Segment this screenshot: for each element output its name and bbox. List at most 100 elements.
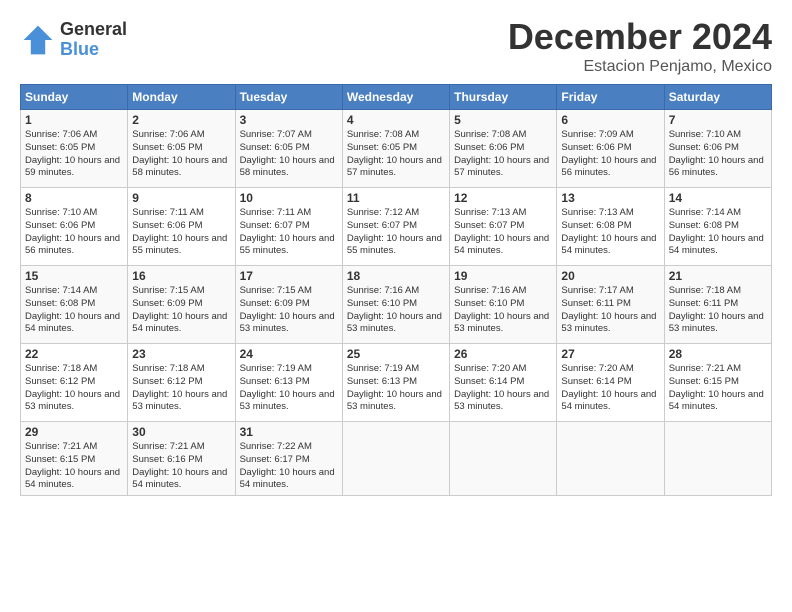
calendar-cell: 23 Sunrise: 7:18 AMSunset: 6:12 PMDayligh… (128, 344, 235, 422)
calendar-cell: 10Sunrise: 7:11 AMSunset: 6:07 PMDayligh… (235, 188, 342, 266)
header-wednesday: Wednesday (342, 85, 449, 110)
title-area: December 2024 Estacion Penjamo, Mexico (508, 16, 772, 76)
day-info: Sunrise: 7:15 AMSunset: 6:09 PMDaylight:… (240, 285, 335, 334)
day-info: Sunrise: 7:18 AMSunset: 6:12 PMDaylight:… (25, 363, 120, 412)
calendar-cell: 30Sunrise: 7:21 AMSunset: 6:16 PMDayligh… (128, 422, 235, 496)
day-info: Sunrise: 7:08 AMSunset: 6:05 PMDaylight:… (347, 129, 442, 178)
day-info: Sunrise: 7:18 AMSunset: 6:12 PMDaylight:… (132, 363, 227, 412)
calendar-cell: 9 Sunrise: 7:11 AMSunset: 6:06 PMDaylight… (128, 188, 235, 266)
day-number: 11 (347, 191, 445, 205)
day-info: Sunrise: 7:08 AMSunset: 6:06 PMDaylight:… (454, 129, 549, 178)
day-number: 5 (454, 113, 552, 127)
calendar-cell: 20 Sunrise: 7:17 AMSunset: 6:11 PMDayligh… (557, 266, 664, 344)
day-number: 12 (454, 191, 552, 205)
day-info: Sunrise: 7:22 AMSunset: 6:17 PMDaylight:… (240, 441, 335, 490)
weekday-header-row: Sunday Monday Tuesday Wednesday Thursday… (21, 85, 772, 110)
day-number: 1 (25, 113, 123, 127)
calendar-cell (664, 422, 771, 496)
day-info: Sunrise: 7:20 AMSunset: 6:14 PMDaylight:… (454, 363, 549, 412)
calendar-cell: 21Sunrise: 7:18 AMSunset: 6:11 PMDayligh… (664, 266, 771, 344)
logo-general: General (60, 20, 127, 40)
calendar-cell: 2 Sunrise: 7:06 AMSunset: 6:05 PMDaylight… (128, 110, 235, 188)
day-number: 3 (240, 113, 338, 127)
calendar-cell: 13Sunrise: 7:13 AMSunset: 6:08 PMDayligh… (557, 188, 664, 266)
page: General Blue December 2024 Estacion Penj… (0, 0, 792, 506)
day-info: Sunrise: 7:21 AMSunset: 6:15 PMDaylight:… (669, 363, 764, 412)
day-number: 15 (25, 269, 123, 283)
calendar-cell: 26 Sunrise: 7:20 AMSunset: 6:14 PMDayligh… (450, 344, 557, 422)
day-info: Sunrise: 7:16 AMSunset: 6:10 PMDaylight:… (454, 285, 549, 334)
day-info: Sunrise: 7:09 AMSunset: 6:06 PMDaylight:… (561, 129, 656, 178)
calendar-cell: 24 Sunrise: 7:19 AMSunset: 6:13 PMDayligh… (235, 344, 342, 422)
header-tuesday: Tuesday (235, 85, 342, 110)
day-info: Sunrise: 7:17 AMSunset: 6:11 PMDaylight:… (561, 285, 656, 334)
day-number: 31 (240, 425, 338, 439)
day-number: 20 (561, 269, 659, 283)
calendar-cell: 7Sunrise: 7:10 AMSunset: 6:06 PMDaylight… (664, 110, 771, 188)
day-number: 26 (454, 347, 552, 361)
day-number: 28 (669, 347, 767, 361)
day-number: 16 (132, 269, 230, 283)
day-number: 2 (132, 113, 230, 127)
calendar-cell: 5 Sunrise: 7:08 AMSunset: 6:06 PMDaylight… (450, 110, 557, 188)
calendar-cell: 25 Sunrise: 7:19 AMSunset: 6:13 PMDayligh… (342, 344, 449, 422)
day-info: Sunrise: 7:19 AMSunset: 6:13 PMDaylight:… (347, 363, 442, 412)
day-number: 7 (669, 113, 767, 127)
calendar-cell: 18 Sunrise: 7:16 AMSunset: 6:10 PMDayligh… (342, 266, 449, 344)
day-info: Sunrise: 7:19 AMSunset: 6:13 PMDaylight:… (240, 363, 335, 412)
calendar-cell: 16 Sunrise: 7:15 AMSunset: 6:09 PMDayligh… (128, 266, 235, 344)
calendar-table: Sunday Monday Tuesday Wednesday Thursday… (20, 84, 772, 496)
day-number: 19 (454, 269, 552, 283)
day-number: 18 (347, 269, 445, 283)
header-thursday: Thursday (450, 85, 557, 110)
calendar-cell: 3 Sunrise: 7:07 AMSunset: 6:05 PMDaylight… (235, 110, 342, 188)
day-info: Sunrise: 7:18 AMSunset: 6:11 PMDaylight:… (669, 285, 764, 334)
day-number: 22 (25, 347, 123, 361)
day-number: 23 (132, 347, 230, 361)
day-number: 10 (240, 191, 338, 205)
header-sunday: Sunday (21, 85, 128, 110)
day-info: Sunrise: 7:13 AMSunset: 6:08 PMDaylight:… (561, 207, 656, 256)
logo: General Blue (20, 20, 127, 60)
day-info: Sunrise: 7:15 AMSunset: 6:09 PMDaylight:… (132, 285, 227, 334)
day-info: Sunrise: 7:14 AMSunset: 6:08 PMDaylight:… (669, 207, 764, 256)
logo-blue: Blue (60, 40, 127, 60)
day-info: Sunrise: 7:10 AMSunset: 6:06 PMDaylight:… (25, 207, 120, 256)
header-friday: Friday (557, 85, 664, 110)
day-number: 17 (240, 269, 338, 283)
day-info: Sunrise: 7:06 AMSunset: 6:05 PMDaylight:… (25, 129, 120, 178)
day-number: 9 (132, 191, 230, 205)
day-info: Sunrise: 7:07 AMSunset: 6:05 PMDaylight:… (240, 129, 335, 178)
header: General Blue December 2024 Estacion Penj… (20, 16, 772, 76)
calendar-cell: 15Sunrise: 7:14 AMSunset: 6:08 PMDayligh… (21, 266, 128, 344)
day-number: 30 (132, 425, 230, 439)
day-number: 24 (240, 347, 338, 361)
calendar-cell: 8 Sunrise: 7:10 AMSunset: 6:06 PMDaylight… (21, 188, 128, 266)
calendar-cell: 14 Sunrise: 7:14 AMSunset: 6:08 PMDayligh… (664, 188, 771, 266)
calendar-cell: 31 Sunrise: 7:22 AMSunset: 6:17 PMDayligh… (235, 422, 342, 496)
day-info: Sunrise: 7:20 AMSunset: 6:14 PMDaylight:… (561, 363, 656, 412)
header-monday: Monday (128, 85, 235, 110)
calendar-cell: 28 Sunrise: 7:21 AMSunset: 6:15 PMDayligh… (664, 344, 771, 422)
day-number: 14 (669, 191, 767, 205)
day-info: Sunrise: 7:06 AMSunset: 6:05 PMDaylight:… (132, 129, 227, 178)
day-number: 4 (347, 113, 445, 127)
calendar-cell: 17 Sunrise: 7:15 AMSunset: 6:09 PMDayligh… (235, 266, 342, 344)
day-number: 8 (25, 191, 123, 205)
day-number: 6 (561, 113, 659, 127)
calendar-cell: 12 Sunrise: 7:13 AMSunset: 6:07 PMDayligh… (450, 188, 557, 266)
calendar-cell: 19 Sunrise: 7:16 AMSunset: 6:10 PMDayligh… (450, 266, 557, 344)
calendar-cell (342, 422, 449, 496)
logo-text: General Blue (60, 20, 127, 60)
day-info: Sunrise: 7:11 AMSunset: 6:06 PMDaylight:… (132, 207, 227, 256)
day-number: 25 (347, 347, 445, 361)
day-info: Sunrise: 7:12 AMSunset: 6:07 PMDaylight:… (347, 207, 442, 256)
calendar-cell: 29Sunrise: 7:21 AMSunset: 6:15 PMDayligh… (21, 422, 128, 496)
header-saturday: Saturday (664, 85, 771, 110)
calendar-cell (450, 422, 557, 496)
day-info: Sunrise: 7:13 AMSunset: 6:07 PMDaylight:… (454, 207, 549, 256)
day-info: Sunrise: 7:16 AMSunset: 6:10 PMDaylight:… (347, 285, 442, 334)
calendar-cell: 1 Sunrise: 7:06 AMSunset: 6:05 PMDaylight… (21, 110, 128, 188)
calendar-cell (557, 422, 664, 496)
calendar-cell: 27Sunrise: 7:20 AMSunset: 6:14 PMDayligh… (557, 344, 664, 422)
